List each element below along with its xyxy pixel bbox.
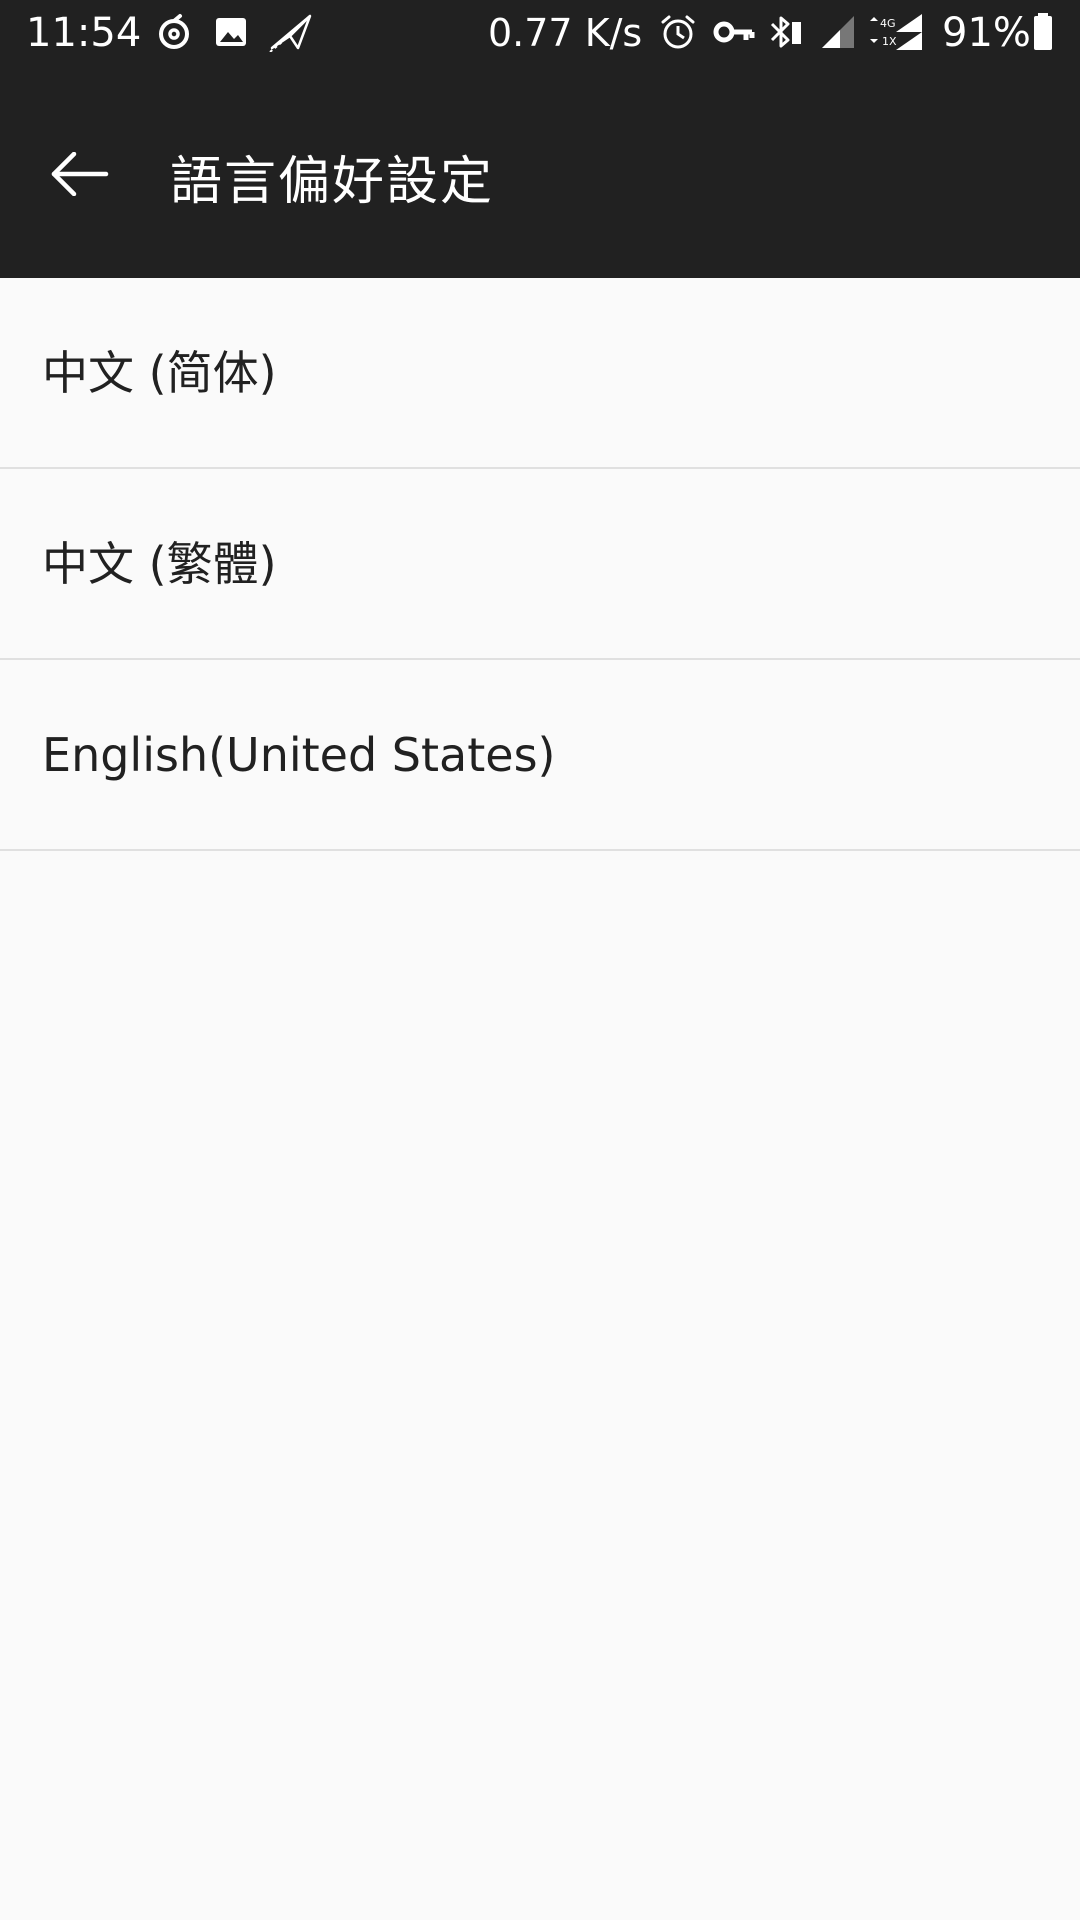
alarm-icon — [658, 12, 698, 52]
page-title: 語言偏好設定 — [170, 152, 495, 212]
language-option-label: 中文 (简体) — [42, 345, 277, 400]
svg-text:1X: 1X — [882, 35, 897, 48]
vpn-key-icon — [712, 12, 756, 52]
signal-icon — [820, 12, 858, 52]
battery-percent: 91% — [942, 10, 1031, 56]
signal-4g-icon: 4G 1X — [866, 12, 926, 52]
arrow-left-icon — [50, 151, 110, 200]
language-option-english-us[interactable]: English(United States) — [0, 660, 1080, 851]
battery-icon — [1032, 12, 1054, 52]
app-bar: 語言偏好設定 — [0, 66, 1080, 278]
language-option-traditional-chinese[interactable]: 中文 (繁體) — [0, 469, 1080, 660]
language-list: 中文 (简体) 中文 (繁體) English(United States) — [0, 278, 1080, 851]
language-option-label: 中文 (繁體) — [42, 536, 277, 591]
image-icon — [212, 12, 252, 52]
language-option-simplified-chinese[interactable]: 中文 (简体) — [0, 278, 1080, 469]
svg-text:4G: 4G — [880, 17, 896, 30]
bluetooth-icon — [768, 12, 804, 52]
network-speed: 0.77 K/s — [488, 11, 643, 55]
language-preference-screen: 11:54 0.77 K/s 4G 1X 91% 語言偏好設定 中文 (简体) … — [0, 0, 1080, 1920]
status-time: 11:54 — [26, 10, 142, 56]
netease-music-icon — [154, 12, 194, 52]
status-bar: 11:54 0.77 K/s 4G 1X 91% — [0, 0, 1080, 66]
language-option-label: English(United States) — [42, 727, 556, 782]
paper-plane-icon — [268, 12, 314, 53]
back-button[interactable] — [30, 136, 130, 216]
